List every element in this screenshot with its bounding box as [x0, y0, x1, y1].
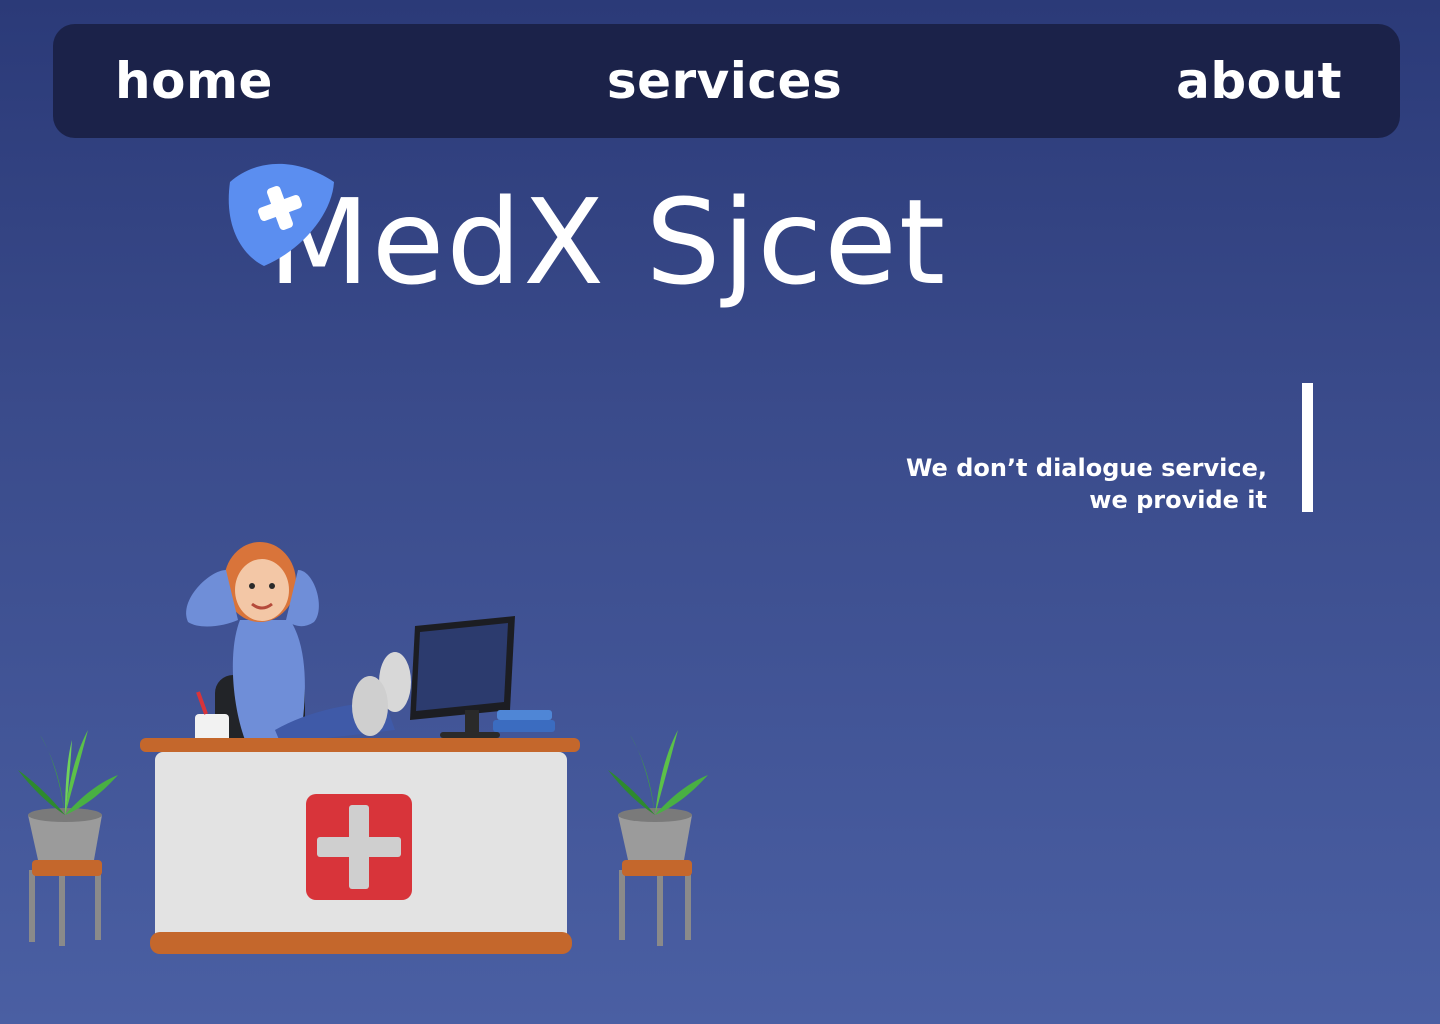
top-navigation: home services about [53, 24, 1400, 138]
medical-cross-badge-icon [228, 163, 334, 266]
pen-holder [195, 714, 229, 742]
tagline-divider [1302, 383, 1313, 512]
tagline: We don’t dialogue service, we provide it [906, 452, 1267, 516]
brand-title: MedX Sjcet [268, 173, 948, 311]
nav-services-link[interactable]: services [607, 52, 842, 110]
reception-desk [140, 738, 580, 954]
nav-home-link[interactable]: home [115, 52, 273, 110]
tagline-line-1: We don’t dialogue service, [905, 454, 1267, 482]
nav-about-link[interactable]: about [1176, 52, 1342, 110]
right-plant [608, 730, 708, 946]
receptionist-at-desk-illustration [18, 542, 708, 954]
left-plant [18, 730, 118, 946]
tagline-line-2: we provide it [1089, 486, 1267, 514]
books [497, 710, 552, 720]
